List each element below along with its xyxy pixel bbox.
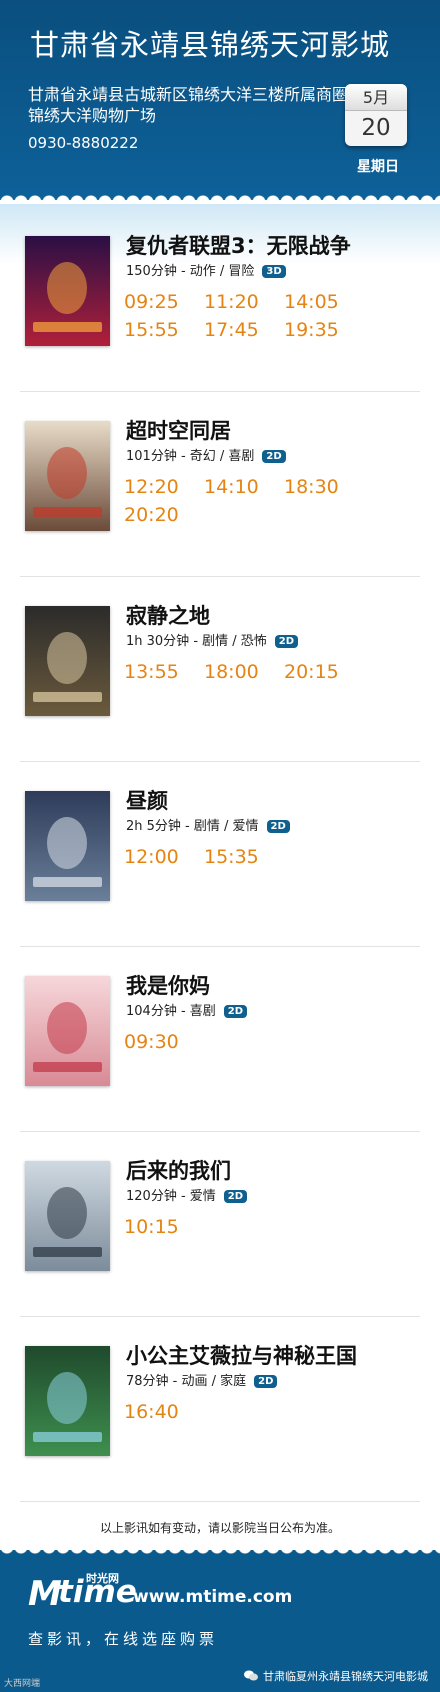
- site-watermark: 大西网端: [4, 1679, 41, 1689]
- movie-title[interactable]: 昼颜: [126, 785, 168, 815]
- movie-poster[interactable]: [25, 791, 110, 901]
- cinema-header: 甘肃省永靖县锦绣天河影城 甘肃省永靖县古城新区锦绣大洋三楼所属商圈锦绣大洋购物广…: [0, 0, 440, 200]
- movie-card[interactable]: 寂静之地 1h 30分钟 - 剧情 / 恐怖 2D 13:55 18:00 20:15: [0, 578, 440, 762]
- movie-divider: [20, 576, 420, 577]
- calendar-day: 20: [361, 115, 391, 141]
- movie-meta: 101分钟 - 奇幻 / 喜剧 2D: [126, 445, 286, 464]
- showtime-list: 10:15: [124, 1213, 424, 1241]
- cinema-phone[interactable]: 0930-8880222: [28, 134, 138, 152]
- movie-meta: 78分钟 - 动画 / 家庭 2D: [126, 1370, 278, 1389]
- showtime-list: 12:00 15:35: [124, 843, 424, 871]
- showtime-slot[interactable]: 14:10: [204, 473, 284, 501]
- movie-divider: [20, 761, 420, 762]
- movie-duration-genre: 2h 5分钟 - 剧情 / 爱情: [126, 819, 259, 834]
- format-badge: 2D: [262, 450, 286, 463]
- wechat-account-name: 甘肃临夏州永靖县锦绣天河电影城: [263, 1670, 428, 1683]
- movie-card[interactable]: 超时空同居 101分钟 - 奇幻 / 喜剧 2D 12:20 14:10 18:30 20:…: [0, 393, 440, 577]
- cinema-title: 甘肃省永靖县锦绣天河影城: [30, 28, 391, 62]
- movie-duration-genre: 150分钟 - 动作 / 冒险: [126, 264, 255, 279]
- showtime-list: 09:25 11:20 14:05 15:55 17:45 19:35: [124, 288, 424, 344]
- showtime-slot[interactable]: 10:15: [124, 1213, 204, 1241]
- format-badge: 2D: [254, 1375, 278, 1388]
- movie-title[interactable]: 寂静之地: [126, 600, 210, 630]
- showtime-slot[interactable]: 19:35: [284, 316, 364, 344]
- movie-meta: 120分钟 - 爱情 2D: [126, 1185, 248, 1204]
- showtime-slot[interactable]: 18:00: [204, 658, 284, 686]
- cinema-address: 甘肃省永靖县古城新区锦绣大洋三楼所属商圈锦绣大洋购物广场: [28, 85, 349, 125]
- movie-title[interactable]: 复仇者联盟3：无限战争: [126, 230, 351, 260]
- movie-title[interactable]: 我是你妈: [126, 970, 210, 1000]
- format-badge: 2D: [274, 635, 299, 648]
- movie-poster[interactable]: [25, 236, 110, 346]
- mtime-logo-chinese: 时光网: [86, 1572, 119, 1585]
- format-badge: 2D: [223, 1005, 248, 1018]
- mtime-logo-mark[interactable]: M: [28, 1574, 62, 1614]
- showtime-list: 12:20 14:10 18:30 20:20: [124, 473, 424, 529]
- showtime-slot[interactable]: 15:55: [124, 316, 204, 344]
- wechat-credit: 甘肃临夏州永靖县锦绣天河电影城: [244, 1668, 428, 1684]
- showtime-slot[interactable]: 12:00: [124, 843, 204, 871]
- wechat-icon: [244, 1670, 258, 1681]
- movie-card[interactable]: 昼颜 2h 5分钟 - 剧情 / 爱情 2D 12:00 15:35: [0, 763, 440, 947]
- movie-card[interactable]: 后来的我们 120分钟 - 爱情 2D 10:15: [0, 1133, 440, 1317]
- showtime-slot[interactable]: 13:55: [124, 658, 204, 686]
- showtime-slot[interactable]: 18:30: [284, 473, 364, 501]
- mtime-site-link[interactable]: www.mtime.com: [133, 1587, 292, 1607]
- movie-divider: [20, 946, 420, 947]
- showtime-slot[interactable]: 17:45: [204, 316, 284, 344]
- showtime-list: 13:55 18:00 20:15: [124, 658, 424, 686]
- movie-divider: [20, 1501, 420, 1502]
- mtime-footer: M time 时光网 www.mtime.com 查影讯，在线选座购票 甘肃临夏…: [0, 1543, 440, 1692]
- format-badge: 3D: [262, 265, 286, 278]
- movie-card[interactable]: 复仇者联盟3：无限战争 150分钟 - 动作 / 冒险 3D 09:25 11:20 14…: [0, 208, 440, 392]
- mtime-slogan: 查影讯，在线选座购票: [28, 1630, 219, 1648]
- showtime-slot[interactable]: 09:30: [124, 1028, 204, 1056]
- showtime-slot[interactable]: 20:20: [124, 501, 204, 529]
- movie-divider: [20, 1316, 420, 1317]
- movie-poster[interactable]: [25, 1346, 110, 1456]
- movie-meta: 104分钟 - 喜剧 2D: [126, 1000, 248, 1019]
- weekday-label: 星期日: [357, 159, 399, 175]
- movie-poster[interactable]: [25, 976, 110, 1086]
- movie-card[interactable]: 小公主艾薇拉与神秘王国 78分钟 - 动画 / 家庭 2D 16:40: [0, 1318, 440, 1502]
- format-badge: 2D: [266, 820, 290, 833]
- showtime-slot[interactable]: 09:25: [124, 288, 204, 316]
- movie-duration-genre: 101分钟 - 奇幻 / 喜剧: [126, 449, 255, 464]
- movie-poster[interactable]: [25, 421, 110, 531]
- ticket-edge-bottom: [0, 1543, 440, 1557]
- schedule-disclaimer: 以上影讯如有变动，请以影院当日公布为准。: [99, 1521, 340, 1535]
- showtime-slot[interactable]: 15:35: [204, 843, 284, 871]
- movie-divider: [20, 1131, 420, 1132]
- showtime-slot[interactable]: 11:20: [204, 288, 284, 316]
- movie-poster[interactable]: [25, 606, 110, 716]
- movie-divider: [20, 391, 420, 392]
- movie-title[interactable]: 超时空同居: [126, 415, 231, 445]
- calendar-month: 5月: [345, 84, 407, 111]
- movie-meta: 1h 30分钟 - 剧情 / 恐怖 2D: [126, 630, 299, 649]
- movie-meta: 150分钟 - 动作 / 冒险 3D: [126, 260, 286, 279]
- showtime-list: 16:40: [124, 1398, 424, 1426]
- movie-duration-genre: 78分钟 - 动画 / 家庭: [126, 1374, 247, 1389]
- movie-title[interactable]: 小公主艾薇拉与神秘王国: [126, 1340, 357, 1370]
- showtime-slot[interactable]: 12:20: [124, 473, 204, 501]
- showtime-list: 09:30: [124, 1028, 424, 1056]
- showtime-slot[interactable]: 14:05: [284, 288, 364, 316]
- showtime-slot[interactable]: 16:40: [124, 1398, 204, 1426]
- movie-card[interactable]: 我是你妈 104分钟 - 喜剧 2D 09:30: [0, 948, 440, 1132]
- format-badge: 2D: [223, 1190, 248, 1203]
- movie-duration-genre: 104分钟 - 喜剧: [126, 1004, 216, 1019]
- movie-title[interactable]: 后来的我们: [126, 1155, 231, 1185]
- movie-duration-genre: 120分钟 - 爱情: [126, 1189, 216, 1204]
- showtime-slot[interactable]: 20:15: [284, 658, 364, 686]
- calendar-badge: 5月 20: [345, 84, 407, 146]
- movie-poster[interactable]: [25, 1161, 110, 1271]
- movie-duration-genre: 1h 30分钟 - 剧情 / 恐怖: [126, 634, 267, 649]
- movie-meta: 2h 5分钟 - 剧情 / 爱情 2D: [126, 815, 290, 834]
